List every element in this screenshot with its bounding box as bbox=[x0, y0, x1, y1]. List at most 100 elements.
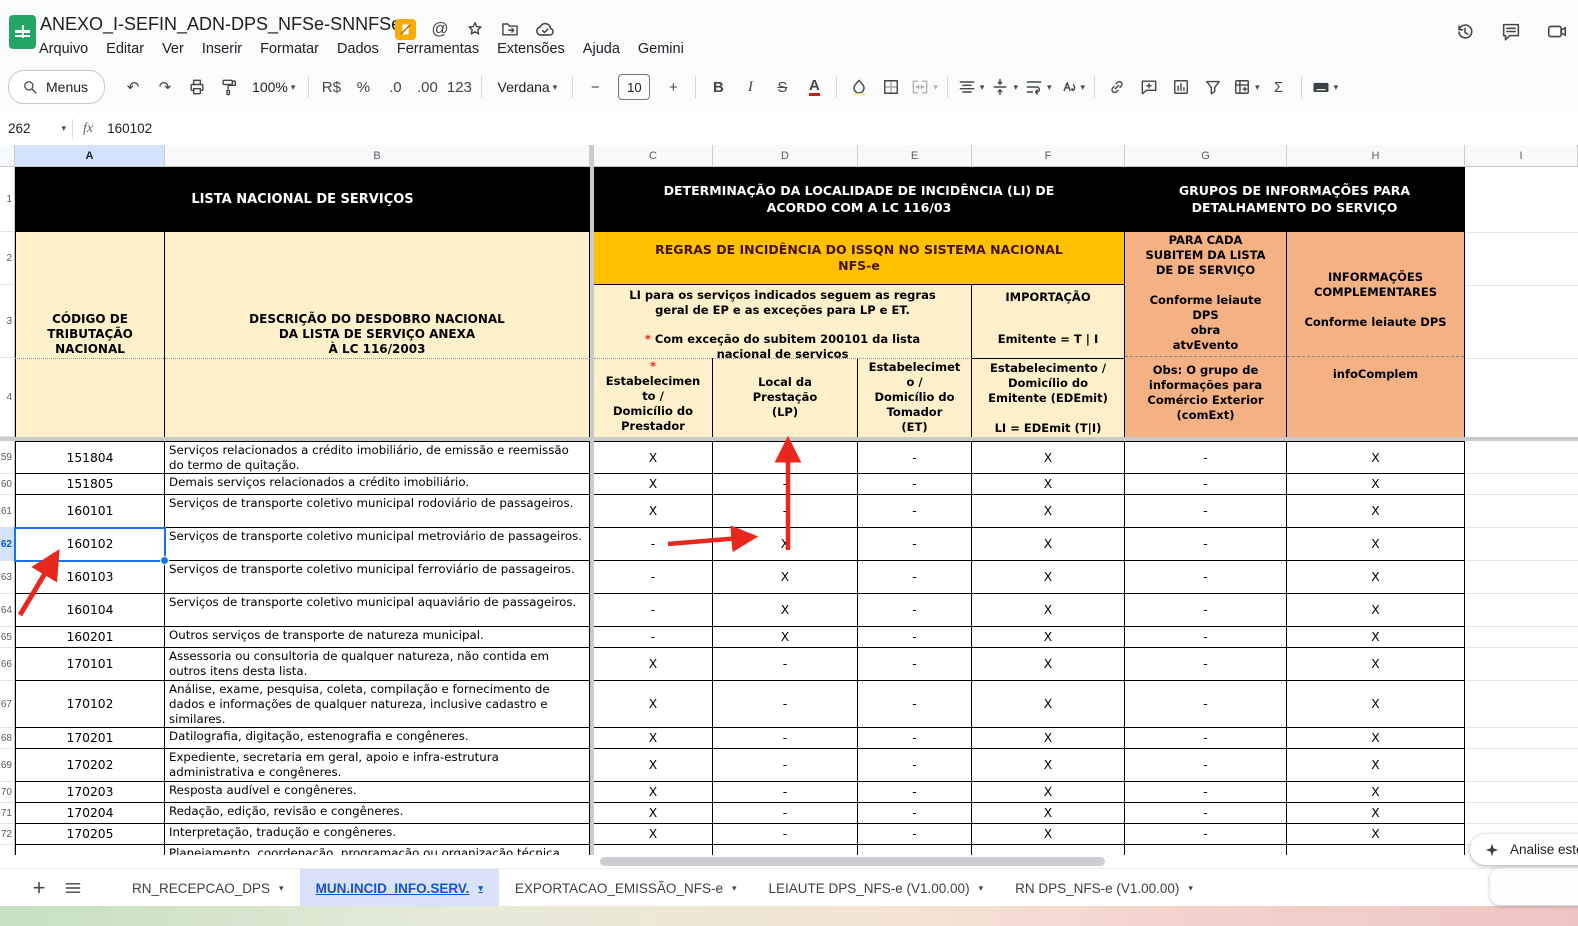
cell-E-59[interactable]: - bbox=[858, 441, 972, 474]
cell-H-65[interactable]: X bbox=[1287, 627, 1465, 648]
undo-button[interactable]: ↶ bbox=[120, 74, 146, 100]
at-mention-icon[interactable]: @ bbox=[429, 18, 451, 40]
sheet-tab-rn-dps-nfs-e-v1-00-00-[interactable]: RN DPS_NFS-e (V1.00.00)▾ bbox=[999, 869, 1209, 907]
col-header-G[interactable]: G bbox=[1125, 145, 1287, 167]
paint-format-button[interactable] bbox=[216, 74, 242, 100]
pivot-table-button[interactable]: ▾ bbox=[1232, 74, 1260, 100]
row-header-63[interactable]: 63 bbox=[0, 561, 15, 594]
cell-A-66[interactable]: 170101 bbox=[15, 648, 165, 681]
name-box[interactable]: 262 ▾ bbox=[0, 121, 66, 136]
menu-gemini[interactable]: Gemini bbox=[629, 39, 693, 59]
cell-G-64[interactable]: - bbox=[1125, 594, 1287, 627]
cell-G-69[interactable]: - bbox=[1125, 749, 1287, 782]
cell-E-60[interactable]: - bbox=[858, 474, 972, 495]
cell-C-70[interactable]: X bbox=[594, 782, 713, 803]
cell-B-63[interactable]: Serviços de transporte coletivo municipa… bbox=[165, 561, 590, 594]
cell-G-71[interactable]: - bbox=[1125, 803, 1287, 824]
text-color-button[interactable]: A bbox=[801, 74, 827, 100]
row-header-3[interactable]: 3 bbox=[0, 285, 15, 358]
cell-F-64[interactable]: X bbox=[972, 594, 1125, 627]
cell-B-61[interactable]: Serviços de transporte coletivo municipa… bbox=[165, 495, 590, 528]
cell-D-66[interactable]: - bbox=[713, 648, 858, 681]
cell-F-66[interactable]: X bbox=[972, 648, 1125, 681]
cell-E-71[interactable]: - bbox=[858, 803, 972, 824]
header-para-cada-subitem[interactable]: PARA CADA SUBITEM DA LISTA DE DE SERVIÇO… bbox=[1125, 232, 1287, 437]
cell-C-72[interactable]: X bbox=[594, 824, 713, 845]
cell-H-71[interactable]: X bbox=[1287, 803, 1465, 824]
cell-D-63[interactable]: X bbox=[713, 561, 858, 594]
vertical-align-button[interactable]: ▾ bbox=[990, 74, 1018, 100]
cell-C-61[interactable]: X bbox=[594, 495, 713, 528]
cell-H-69[interactable]: X bbox=[1287, 749, 1465, 782]
cell-C-64[interactable]: - bbox=[594, 594, 713, 627]
cell-G-73[interactable]: - bbox=[1125, 845, 1287, 855]
comments-icon[interactable] bbox=[1500, 20, 1522, 42]
text-wrapping-button[interactable]: ▾ bbox=[1024, 74, 1052, 100]
cell-G-68[interactable]: - bbox=[1125, 728, 1287, 749]
cell-E-68[interactable]: - bbox=[858, 728, 972, 749]
strikethrough-button[interactable]: S bbox=[769, 74, 795, 100]
cell-E-69[interactable]: - bbox=[858, 749, 972, 782]
insert-comment-button[interactable] bbox=[1136, 74, 1162, 100]
create-filter-button[interactable] bbox=[1200, 74, 1226, 100]
redo-button[interactable]: ↷ bbox=[152, 74, 178, 100]
header-codigo-tributacao[interactable]: CÓDIGO DE TRIBUTAÇÃO NACIONAL bbox=[15, 232, 165, 437]
row-header-2[interactable]: 2 bbox=[0, 232, 15, 285]
font-family-button[interactable]: Verdana▾ bbox=[491, 74, 563, 100]
cell-I-64[interactable] bbox=[1465, 594, 1578, 627]
cell-I-60[interactable] bbox=[1465, 474, 1578, 495]
cell-E-62[interactable]: - bbox=[858, 528, 972, 561]
cell-I-70[interactable] bbox=[1465, 782, 1578, 803]
cell-D-62[interactable]: X bbox=[713, 528, 858, 561]
cell-I-62[interactable] bbox=[1465, 528, 1578, 561]
menu-arquivo[interactable]: Arquivo bbox=[30, 39, 97, 59]
cell-F-71[interactable]: X bbox=[972, 803, 1125, 824]
frozen-row-divider[interactable] bbox=[0, 437, 1578, 441]
increase-font-size-button[interactable]: + bbox=[660, 74, 686, 100]
menu-inserir[interactable]: Inserir bbox=[193, 39, 251, 59]
cell-E-63[interactable]: - bbox=[858, 561, 972, 594]
cell-A-59[interactable]: 151804 bbox=[15, 441, 165, 474]
cell-E-72[interactable]: - bbox=[858, 824, 972, 845]
cell-I-67[interactable] bbox=[1465, 681, 1578, 728]
italic-button[interactable]: I bbox=[737, 74, 763, 100]
more-formats-button[interactable]: 123 bbox=[446, 74, 472, 100]
col-header-F[interactable]: F bbox=[972, 145, 1125, 167]
cell-B-70[interactable]: Resposta audível e congêneres. bbox=[165, 782, 590, 803]
header-regras-incidencia[interactable]: REGRAS DE INCIDÊNCIA DO ISSQN NO SISTEMA… bbox=[594, 232, 1125, 285]
format-percent-button[interactable]: % bbox=[350, 74, 376, 100]
cloud-status-icon[interactable] bbox=[534, 18, 556, 40]
header-descricao-desdobro[interactable]: DESCRIÇÃO DO DESDOBRO NACIONAL DA LISTA … bbox=[165, 232, 590, 437]
cell-E-64[interactable]: - bbox=[858, 594, 972, 627]
horizontal-align-button[interactable]: ▾ bbox=[957, 74, 985, 100]
cell-B-67[interactable]: Análise, exame, pesquisa, coleta, compil… bbox=[165, 681, 590, 728]
cell-A-69[interactable]: 170202 bbox=[15, 749, 165, 782]
row-header-67[interactable]: 67 bbox=[0, 681, 15, 728]
cell-G-67[interactable]: - bbox=[1125, 681, 1287, 728]
cell-B-65[interactable]: Outros serviços de transporte de naturez… bbox=[165, 627, 590, 648]
sheet-tab-rn-recepcao-dps[interactable]: RN_RECEPCAO_DPS▾ bbox=[116, 869, 300, 907]
cell-D-70[interactable]: - bbox=[713, 782, 858, 803]
cell-G-59[interactable]: - bbox=[1125, 441, 1287, 474]
analyze-ai-button[interactable]: Analise este bbox=[1470, 834, 1578, 865]
menu-formatar[interactable]: Formatar bbox=[251, 39, 328, 59]
header-estab-prestador[interactable]: * Estabelecimen to / Domicílio do Presta… bbox=[594, 358, 713, 437]
bold-button[interactable]: B bbox=[705, 74, 731, 100]
cell-I-65[interactable] bbox=[1465, 627, 1578, 648]
menu-ver[interactable]: Ver bbox=[153, 39, 193, 59]
cell-F-69[interactable]: X bbox=[972, 749, 1125, 782]
cell-D-71[interactable]: - bbox=[713, 803, 858, 824]
text-rotation-button[interactable]: ▾ bbox=[1058, 74, 1086, 100]
functions-button[interactable]: Σ bbox=[1266, 74, 1292, 100]
sheet-tab-mun-incid-info-serv-[interactable]: MUN.INCID_INFO.SERV.▾ bbox=[300, 869, 499, 907]
cell-H-64[interactable]: X bbox=[1287, 594, 1465, 627]
borders-button[interactable] bbox=[878, 74, 904, 100]
decrease-font-size-button[interactable]: − bbox=[582, 74, 608, 100]
cell-I-66[interactable] bbox=[1465, 648, 1578, 681]
col-header-B[interactable]: B bbox=[165, 145, 590, 167]
cell-A-60[interactable]: 151805 bbox=[15, 474, 165, 495]
cell-B-71[interactable]: Redação, edição, revisão e congêneres. bbox=[165, 803, 590, 824]
cell-C-65[interactable]: - bbox=[594, 627, 713, 648]
header-determinacao-li[interactable]: DETERMINAÇÃO DA LOCALIDADE DE INCIDÊNCIA… bbox=[594, 167, 1125, 232]
cell-A-70[interactable]: 170203 bbox=[15, 782, 165, 803]
